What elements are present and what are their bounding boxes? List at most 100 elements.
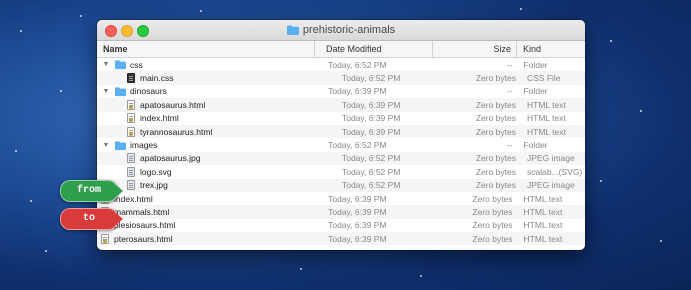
date-modified-cell: Today, 6:52 PM (341, 166, 401, 177)
to-tag-label: to (60, 208, 123, 230)
file-name: apatosaurus.jpg (140, 153, 201, 164)
css-file-icon (127, 73, 135, 84)
file-name: index.html (140, 113, 179, 124)
kind-cell: Folder (523, 86, 548, 97)
kind-cell: HTML text (523, 193, 563, 204)
disclosure-triangle-icon[interactable]: ▼ (101, 88, 111, 95)
list-item[interactable]: trex.jpg Today, 6:52 PM Zero bytes JPEG ima… (97, 178, 585, 192)
size-cell: Zero bytes (475, 153, 516, 164)
date-modified-cell: Today, 6:39 PM (341, 126, 401, 137)
folder-icon (115, 87, 126, 97)
kind-cell: JPEG image (527, 153, 575, 164)
folder-icon (286, 25, 299, 35)
html-file-icon (127, 126, 135, 137)
window-title-text: prehistoric-animals (302, 24, 396, 36)
kind-cell: HTML text (523, 206, 563, 217)
date-modified-cell: Today, 6:52 PM (328, 140, 387, 151)
size-cell: Zero bytes (472, 220, 513, 231)
kind-cell: CSS File (527, 73, 561, 84)
date-modified-cell: Today, 6:52 PM (341, 153, 401, 164)
file-name: tyrannosaurus.html (140, 126, 213, 137)
file-name: main.css (140, 73, 174, 84)
window-title: prehistoric-animals (97, 20, 585, 40)
name-cell: mammals.html (97, 205, 317, 218)
list-item[interactable]: ▼ images Today, 6:52 PM -- Folder (97, 138, 585, 151)
name-cell: apatosaurus.html (97, 98, 331, 111)
column-header-date-modified[interactable]: Date Modified (315, 41, 433, 57)
folder-icon (115, 140, 126, 150)
image-file-icon (127, 153, 135, 164)
from-tag-label: from (60, 180, 123, 202)
name-cell: pterosaurs.html (97, 232, 317, 245)
file-list: ▼ css Today, 6:52 PM -- Folder main.css Today,… (97, 58, 585, 246)
date-modified-cell: Today, 6:39 PM (328, 206, 387, 217)
file-name: plesiosaurs.html (114, 220, 176, 231)
kind-cell: HTML text (527, 113, 566, 124)
titlebar[interactable]: prehistoric-animals (97, 20, 585, 41)
list-item[interactable]: tyrannosaurus.html Today, 6:39 PM Zero byt… (97, 124, 585, 139)
size-cell: -- (506, 140, 513, 151)
file-name: pterosaurs.html (114, 233, 173, 244)
date-modified-cell: Today, 6:39 PM (328, 220, 387, 231)
folder-icon (115, 60, 126, 70)
image-file-icon (127, 180, 135, 191)
date-modified-cell: Today, 6:39 PM (328, 233, 387, 244)
list-item[interactable]: logo.svg Today, 6:52 PM Zero bytes scalab..… (97, 165, 585, 178)
kind-cell: scalab...(SVG) (527, 166, 583, 177)
name-cell: logo.svg (97, 165, 331, 178)
finder-window: prehistoric-animals Name Date Modified S… (97, 20, 585, 250)
date-modified-cell: Today, 6:39 PM (328, 193, 387, 204)
list-item[interactable]: ▼ css Today, 6:52 PM -- Folder (97, 58, 585, 71)
name-cell: plesiosaurs.html (97, 219, 317, 232)
size-cell: Zero bytes (475, 73, 516, 84)
list-item[interactable]: plesiosaurs.html Today, 6:39 PM Zero bytes… (97, 219, 585, 232)
kind-cell: HTML text (527, 99, 566, 110)
name-cell: apatosaurus.jpg (97, 152, 331, 165)
name-cell: trex.jpg (97, 179, 331, 192)
disclosure-triangle-icon[interactable]: ▼ (101, 61, 111, 68)
column-header-kind[interactable]: Kind (517, 41, 585, 57)
size-cell: Zero bytes (472, 193, 513, 204)
list-item[interactable]: main.css Today, 6:52 PM Zero bytes CSS File (97, 71, 585, 85)
date-modified-cell: Today, 6:52 PM (328, 59, 387, 70)
list-item[interactable]: pterosaurs.html Today, 6:39 PM Zero bytes H… (97, 232, 585, 246)
list-item[interactable]: mammals.html Today, 6:39 PM Zero bytes HTML… (97, 205, 585, 219)
kind-cell: HTML text (527, 126, 566, 137)
column-header-name[interactable]: Name (97, 41, 315, 57)
size-cell: Zero bytes (475, 126, 516, 137)
date-modified-cell: Today, 6:39 PM (341, 99, 401, 110)
file-name: logo.svg (140, 166, 172, 177)
column-header-size[interactable]: Size (433, 41, 517, 57)
name-cell: tyrannosaurus.html (97, 125, 331, 138)
list-item[interactable]: index.html Today, 6:39 PM Zero bytes HTML t… (97, 112, 585, 125)
name-cell: main.css (97, 71, 331, 84)
date-modified-cell: Today, 6:39 PM (328, 86, 387, 97)
name-cell: ▼ images (97, 138, 317, 151)
list-item[interactable]: apatosaurus.html Today, 6:39 PM Zero bytes… (97, 98, 585, 112)
kind-cell: Folder (523, 140, 548, 151)
size-cell: Zero bytes (475, 180, 516, 191)
file-name: css (130, 59, 143, 70)
disclosure-triangle-icon[interactable]: ▼ (101, 142, 111, 149)
size-cell: Zero bytes (472, 233, 513, 244)
html-file-icon (127, 99, 135, 110)
list-item[interactable]: apatosaurus.jpg Today, 6:52 PM Zero bytes J… (97, 151, 585, 166)
kind-cell: HTML text (523, 220, 563, 231)
file-name: apatosaurus.html (140, 99, 206, 110)
date-modified-cell: Today, 6:52 PM (341, 73, 401, 84)
html-file-icon (127, 113, 135, 124)
size-cell: Zero bytes (472, 206, 513, 217)
kind-cell: HTML text (523, 233, 563, 244)
file-name: dinosaurs (130, 86, 167, 97)
size-cell: -- (506, 59, 513, 70)
name-cell: index.html (97, 192, 317, 205)
size-cell: Zero bytes (475, 99, 516, 110)
kind-cell: Folder (523, 59, 548, 70)
kind-cell: JPEG image (527, 180, 575, 191)
column-header-row: Name Date Modified Size Kind (97, 41, 585, 58)
size-cell: -- (506, 86, 513, 97)
name-cell: index.html (97, 112, 331, 125)
list-item[interactable]: index.html Today, 6:39 PM Zero bytes HTML t… (97, 192, 585, 205)
date-modified-cell: Today, 6:52 PM (341, 180, 401, 191)
list-item[interactable]: ▼ dinosaurs Today, 6:39 PM -- Folder (97, 85, 585, 98)
